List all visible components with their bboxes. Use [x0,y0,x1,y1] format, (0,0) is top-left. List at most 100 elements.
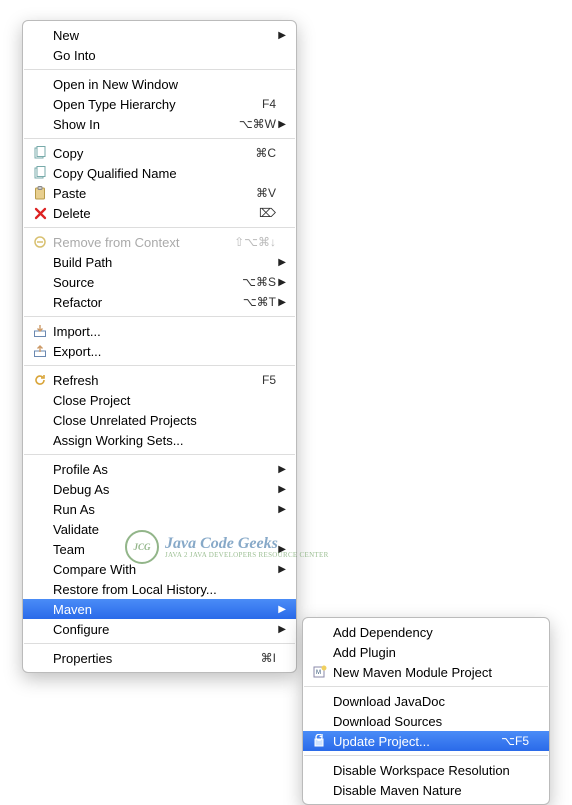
blank-icon [31,561,49,577]
submenu-arrow-icon: ▶ [276,504,286,515]
menu-item-label: Compare With [53,562,276,577]
menu-item-label: Assign Working Sets... [53,433,276,448]
menu-item-copy-qualified-name[interactable]: Copy Qualified Name [23,163,296,183]
menu-item-properties[interactable]: Properties ⌘I [23,648,296,668]
menu-item-download-javadoc[interactable]: Download JavaDoc [303,691,549,711]
menu-item-disable-maven-nature[interactable]: Disable Maven Nature [303,780,549,800]
remove-context-icon [31,234,49,250]
maven-module-icon: M [311,664,329,680]
menu-item-label: Run As [53,502,276,517]
menu-item-label: Download Sources [333,714,529,729]
menu-item-compare-with[interactable]: Compare With▶ [23,559,296,579]
menu-item-paste[interactable]: Paste⌘V [23,183,296,203]
menu-item-refresh[interactable]: Refresh F5 [23,370,296,390]
menu-item-configure[interactable]: Configure▶ [23,619,296,639]
blank-icon [31,76,49,92]
menu-item-go-into[interactable]: Go Into [23,45,296,65]
menu-item-refactor[interactable]: Refactor⌥⌘T▶ [23,292,296,312]
menu-item-label: Import... [53,324,276,339]
menu-item-download-sources[interactable]: Download Sources [303,711,549,731]
blank-icon [31,274,49,290]
menu-item-update-project[interactable]: Update Project... ⌥F5 [303,731,549,751]
menu-item-label: Add Plugin [333,645,529,660]
menu-item-shortcut: F5 [262,373,276,387]
menu-item-label: Configure [53,622,276,637]
blank-icon [31,541,49,557]
menu-item-profile-as[interactable]: Profile As▶ [23,459,296,479]
menu-separator [24,227,295,228]
menu-item-copy[interactable]: Copy⌘C [23,143,296,163]
blank-icon [31,650,49,666]
menu-item-shortcut: ⌘C [255,146,276,160]
menu-item-label: New [53,28,276,43]
menu-item-label: Maven [53,602,276,617]
menu-item-build-path[interactable]: Build Path▶ [23,252,296,272]
menu-item-remove-from-context: Remove from Context ⇧⌥⌘↓ [23,232,296,252]
menu-item-shortcut: F4 [262,97,276,111]
paste-icon [31,185,49,201]
blank-icon [31,254,49,270]
menu-item-label: Close Project [53,393,276,408]
menu-item-label: Remove from Context [53,235,228,250]
blank-icon [31,27,49,43]
context-menu-main: New▶Go IntoOpen in New WindowOpen Type H… [22,20,297,673]
menu-item-run-as[interactable]: Run As▶ [23,499,296,519]
menu-item-label: Disable Workspace Resolution [333,763,529,778]
menu-item-label: Refresh [53,373,256,388]
menu-item-open-in-new-window[interactable]: Open in New Window [23,74,296,94]
menu-item-export[interactable]: Export... [23,341,296,361]
menu-item-add-plugin[interactable]: Add Plugin [303,642,549,662]
menu-item-label: Restore from Local History... [53,582,276,597]
blank-icon [31,621,49,637]
menu-item-close-unrelated-projects[interactable]: Close Unrelated Projects [23,410,296,430]
menu-item-new[interactable]: New▶ [23,25,296,45]
menu-item-shortcut: ⌥F5 [501,734,529,748]
menu-item-team[interactable]: Team▶ [23,539,296,559]
menu-item-shortcut: ⇧⌥⌘↓ [234,235,276,249]
blank-icon [31,116,49,132]
submenu-arrow-icon: ▶ [276,544,286,555]
menu-item-disable-workspace-resolution[interactable]: Disable Workspace Resolution [303,760,549,780]
menu-item-delete[interactable]: Delete⌦ [23,203,296,223]
menu-item-validate[interactable]: Validate [23,519,296,539]
blank-icon [311,782,329,798]
menu-item-label: Open Type Hierarchy [53,97,256,112]
menu-item-maven[interactable]: Maven▶ [23,599,296,619]
menu-separator [304,686,548,687]
menu-item-shortcut: ⌥⌘S [242,275,276,289]
menu-item-label: Build Path [53,255,276,270]
menu-item-label: Properties [53,651,255,666]
menu-item-restore-from-local-history[interactable]: Restore from Local History... [23,579,296,599]
menu-item-assign-working-sets[interactable]: Assign Working Sets... [23,430,296,450]
menu-item-label: Update Project... [333,734,495,749]
submenu-arrow-icon: ▶ [276,257,286,268]
menu-item-shortcut: ⌘I [261,651,276,665]
refresh-icon [31,372,49,388]
blank-icon [31,601,49,617]
menu-item-label: Validate [53,522,276,537]
menu-item-new-maven-module-project[interactable]: M New Maven Module Project [303,662,549,682]
copy-icon [31,165,49,181]
menu-separator [24,138,295,139]
menu-item-shortcut: ⌦ [259,206,276,220]
blank-icon [31,47,49,63]
blank-icon [311,693,329,709]
menu-item-add-dependency[interactable]: Add Dependency [303,622,549,642]
menu-item-open-type-hierarchy[interactable]: Open Type Hierarchy F4 [23,94,296,114]
menu-item-label: Add Dependency [333,625,529,640]
menu-item-close-project[interactable]: Close Project [23,390,296,410]
menu-item-shortcut: ⌥⌘T [243,295,276,309]
menu-item-show-in[interactable]: Show In⌥⌘W▶ [23,114,296,134]
menu-separator [24,69,295,70]
menu-item-debug-as[interactable]: Debug As▶ [23,479,296,499]
menu-item-label: New Maven Module Project [333,665,529,680]
menu-item-label: Debug As [53,482,276,497]
menu-item-label: Team [53,542,276,557]
menu-item-source[interactable]: Source⌥⌘S▶ [23,272,296,292]
copy-icon [31,145,49,161]
menu-item-label: Paste [53,186,250,201]
submenu-arrow-icon: ▶ [276,297,286,308]
menu-item-import[interactable]: Import... [23,321,296,341]
submenu-arrow-icon: ▶ [276,464,286,475]
menu-item-label: Source [53,275,236,290]
